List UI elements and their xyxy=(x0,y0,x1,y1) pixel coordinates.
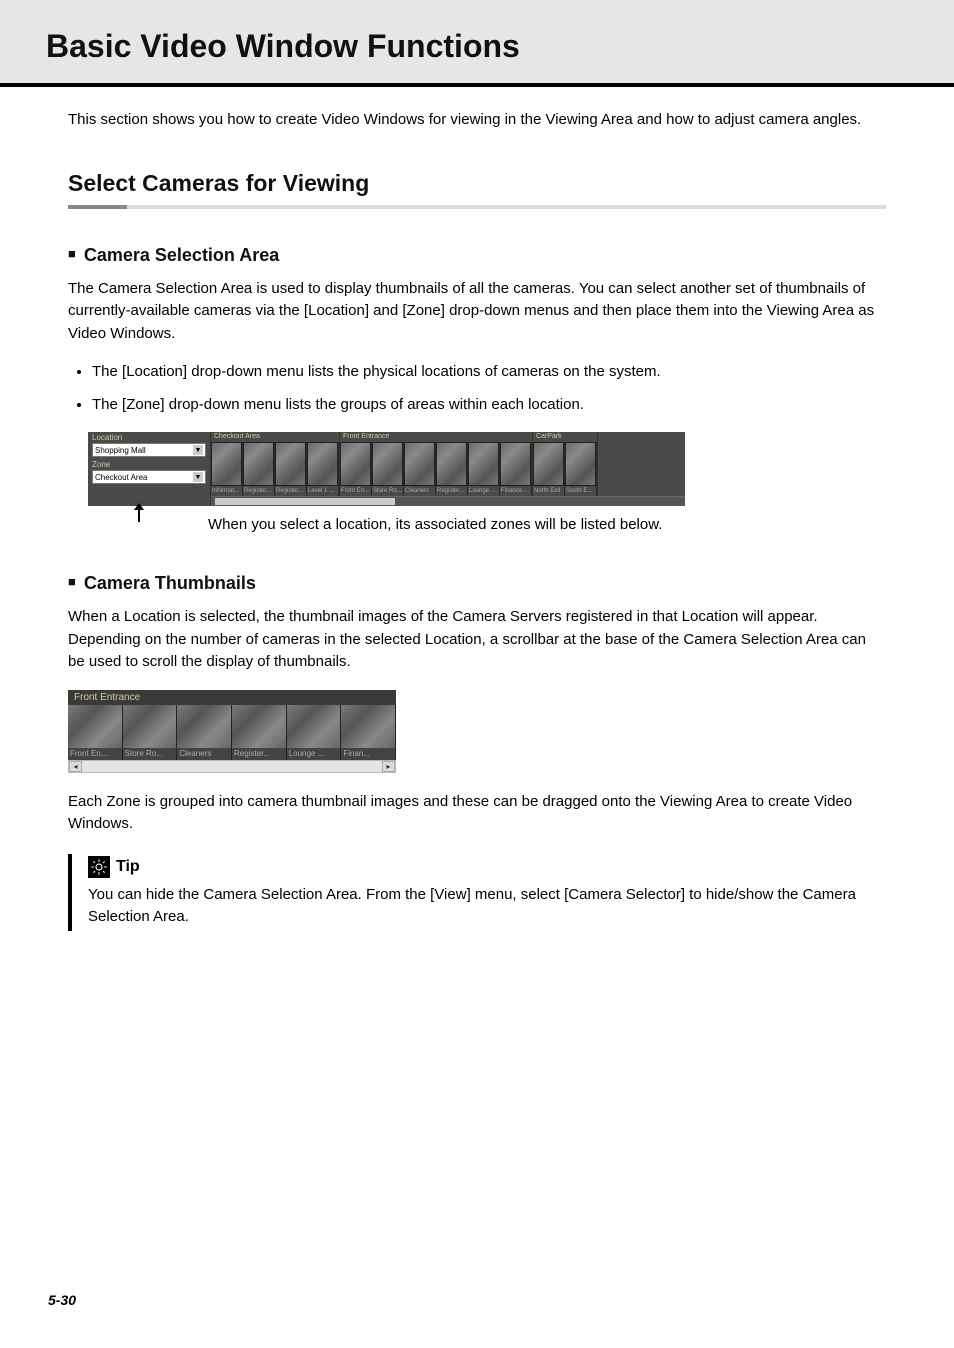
chevron-down-icon: ▼ xyxy=(193,472,203,482)
zone-drag-paragraph: Each Zone is grouped into camera thumbna… xyxy=(68,791,886,836)
camera-thumbnail[interactable]: Register... xyxy=(232,705,287,760)
zone-group: Checkout AreaInformat...Register...Regis… xyxy=(211,432,340,496)
list-item: The [Zone] drop-down menu lists the grou… xyxy=(92,394,886,417)
zone-group-header: Checkout Area xyxy=(211,432,339,442)
camera-thumbnail[interactable]: Register... xyxy=(275,442,307,496)
camera-thumbnail-label: Store Ro... xyxy=(372,486,403,496)
tip-callout: Tip You can hide the Camera Selection Ar… xyxy=(68,854,886,931)
camera-thumbnail[interactable]: Finance ... xyxy=(500,442,532,496)
camera-thumbnail[interactable]: Lounge ... xyxy=(468,442,500,496)
camera-thumbnail-label: Front En... xyxy=(68,748,122,760)
tip-header: Tip xyxy=(88,856,886,878)
subsection-heading-camera-thumbnails: ■Camera Thumbnails xyxy=(68,573,886,594)
camera-thumbnail[interactable]: Cleaners xyxy=(177,705,232,760)
figure-1-caption: When you select a location, its associat… xyxy=(208,516,906,533)
camera-thumbnail[interactable]: Cleaners xyxy=(404,442,436,496)
camera-thumbnail-label: Finance ... xyxy=(500,486,531,496)
dropdown-bullet-list: The [Location] drop-down menu lists the … xyxy=(92,361,886,416)
chevron-down-icon: ▼ xyxy=(193,445,203,455)
camera-thumbnail[interactable]: Register... xyxy=(436,442,468,496)
page-number: 5-30 xyxy=(48,1292,76,1308)
camera-thumbnail[interactable]: Front En... xyxy=(340,442,372,496)
camera-thumbnail-label: Lounge ... xyxy=(468,486,499,496)
section-heading: Select Cameras for Viewing xyxy=(68,170,886,197)
zone-group: CarPark North ExitSouth E... xyxy=(533,432,598,496)
zone-header: Front Entrance xyxy=(68,690,396,705)
location-dropdown[interactable]: Shopping Mall ▼ xyxy=(92,443,206,457)
content-area: This section shows you how to create Vid… xyxy=(0,109,954,931)
zone-dropdown[interactable]: Checkout Area ▼ xyxy=(92,470,206,484)
camera-thumbnail[interactable]: Finan... xyxy=(341,705,396,760)
camera-thumbnail-label: Register... xyxy=(275,486,306,496)
camera-thumbnail-label: Register... xyxy=(232,748,286,760)
camera-thumbnail-label: Front En... xyxy=(340,486,371,496)
camera-thumbnail[interactable]: North Exit xyxy=(533,442,565,496)
camera-thumbnail[interactable]: South E... xyxy=(565,442,597,496)
callout-arrow-icon xyxy=(138,508,140,522)
camera-thumbnail-label: Informat... xyxy=(211,486,242,496)
camera-selection-paragraph: The Camera Selection Area is used to dis… xyxy=(68,278,886,346)
horizontal-scrollbar[interactable]: ◂ ▸ xyxy=(68,760,396,773)
camera-thumbnail-label: South E... xyxy=(565,486,596,496)
camera-thumbnail[interactable]: Store Ro... xyxy=(123,705,178,760)
square-bullet-icon: ■ xyxy=(68,246,76,261)
camera-thumbnail-label: Cleaners xyxy=(404,486,435,496)
location-label: Location xyxy=(88,432,210,443)
tip-title: Tip xyxy=(116,858,140,876)
camera-thumbnail-label: North Exit xyxy=(533,486,564,496)
section-underline xyxy=(68,205,886,209)
zone-group-header: CarPark xyxy=(533,432,597,442)
camera-thumbnail[interactable]: Register... xyxy=(243,442,275,496)
camera-thumbnail[interactable]: Informat... xyxy=(211,442,243,496)
camera-thumbnail[interactable]: Store Ro... xyxy=(372,442,404,496)
zone-group-header: Front Entrance xyxy=(340,432,532,442)
camera-thumbnail[interactable]: Front En... xyxy=(68,705,123,760)
camera-thumbnail-label: Register... xyxy=(436,486,467,496)
tip-text: You can hide the Camera Selection Area. … xyxy=(88,884,886,929)
camera-thumbnails-paragraph: When a Location is selected, the thumbna… xyxy=(68,606,886,674)
intro-paragraph: This section shows you how to create Vid… xyxy=(68,109,886,132)
camera-thumbnail-label: Lounge ... xyxy=(287,748,341,760)
camera-selection-area-screenshot: Location Shopping Mall ▼ Zone Checkout A… xyxy=(88,432,685,506)
zone-group: Front Entrance Front En...Store Ro...Clea… xyxy=(340,432,533,496)
horizontal-scrollbar[interactable] xyxy=(211,496,685,506)
scroll-left-icon[interactable]: ◂ xyxy=(69,761,82,772)
camera-thumbnail-label: Level 1 ... xyxy=(307,486,338,496)
camera-thumbnail-label: Store Ro... xyxy=(123,748,177,760)
list-item: The [Location] drop-down menu lists the … xyxy=(92,361,886,384)
thumbnail-strip: Checkout AreaInformat...Register...Regis… xyxy=(211,432,685,506)
subsection-heading-camera-selection: ■Camera Selection Area xyxy=(68,245,886,266)
camera-thumbnail-label: Cleaners xyxy=(177,748,231,760)
camera-thumbnail-label: Finan... xyxy=(341,748,395,760)
square-bullet-icon: ■ xyxy=(68,574,76,589)
zone-thumbnails-screenshot: Front Entrance Front En...Store Ro...Cle… xyxy=(68,690,396,773)
page-title: Basic Video Window Functions xyxy=(46,28,908,65)
camera-thumbnail-label: Register... xyxy=(243,486,274,496)
camera-thumbnail[interactable]: Level 1 ... xyxy=(307,442,339,496)
location-zone-panel: Location Shopping Mall ▼ Zone Checkout A… xyxy=(88,432,211,506)
camera-thumbnail[interactable]: Lounge ... xyxy=(287,705,342,760)
scroll-right-icon[interactable]: ▸ xyxy=(382,761,395,772)
zone-label: Zone xyxy=(88,459,210,470)
lightbulb-icon xyxy=(88,856,110,878)
figure-1-container: Location Shopping Mall ▼ Zone Checkout A… xyxy=(48,432,906,533)
page-header: Basic Video Window Functions xyxy=(0,0,954,87)
